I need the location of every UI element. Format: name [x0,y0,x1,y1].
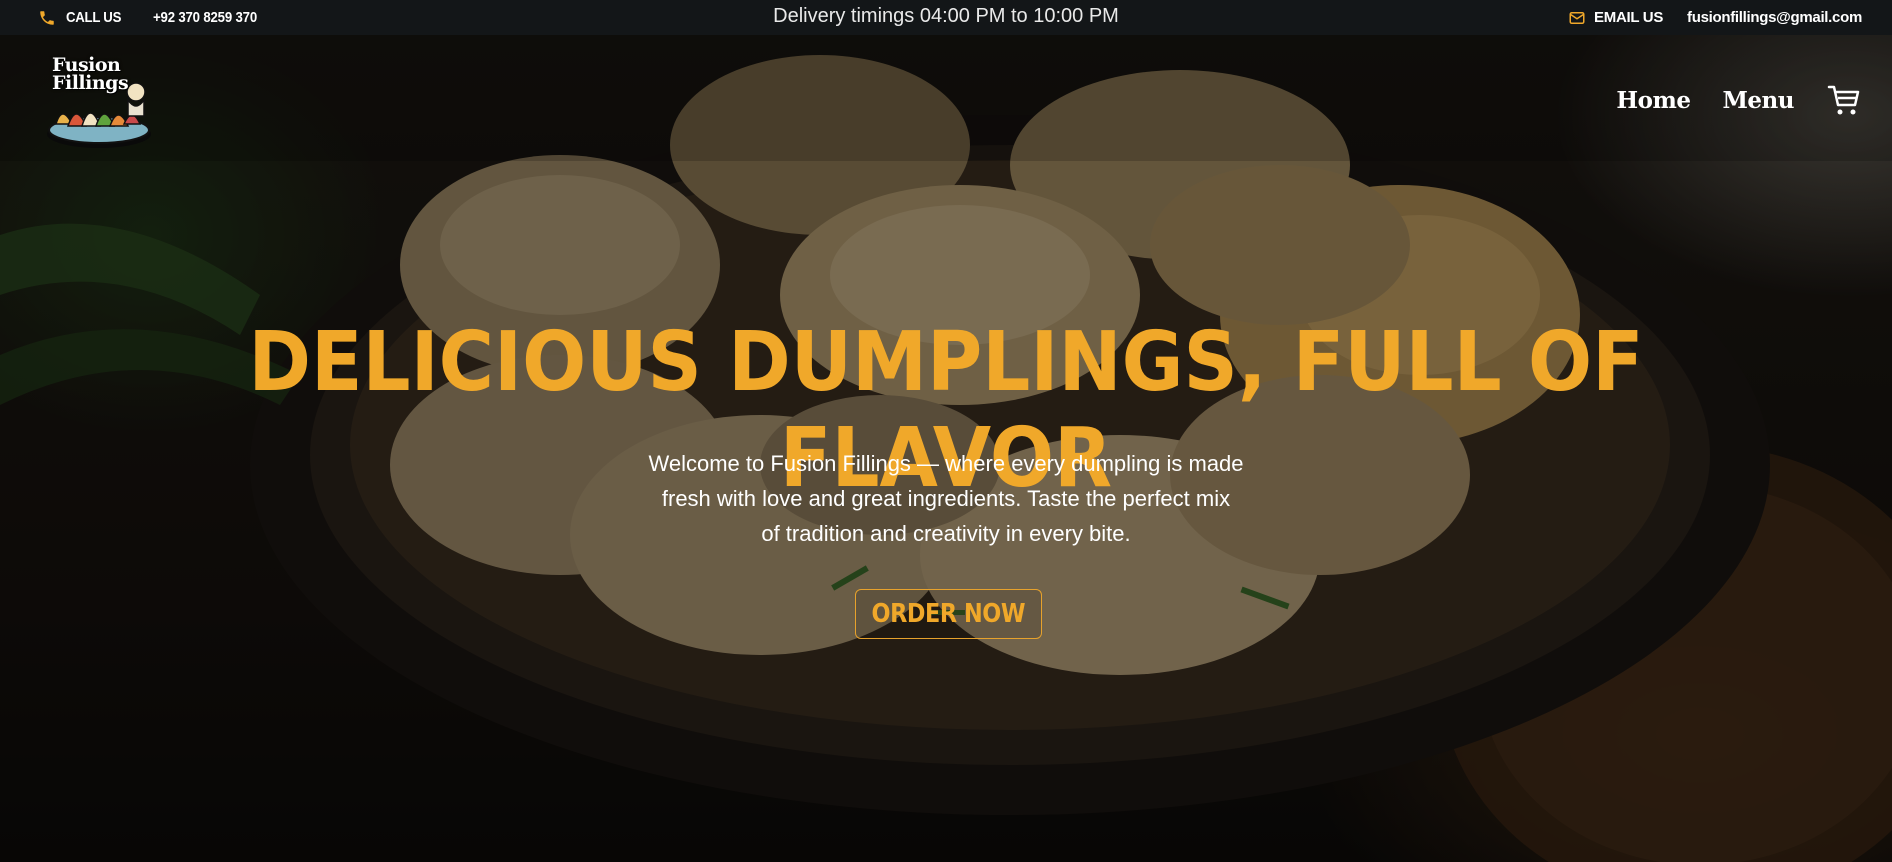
nav-home[interactable]: Home [1616,87,1691,114]
logo-wordmark: Fusion Fillings [52,56,129,94]
order-now-label: ORDER NOW [871,599,1026,629]
nav-menu[interactable]: Menu [1722,87,1794,114]
logo-text-line-2: Fillings [52,72,129,94]
hero-subtitle: Welcome to Fusion Fillings — where every… [0,446,1892,551]
mail-icon [1569,11,1585,24]
header-band [0,35,1892,161]
order-now-button[interactable]: ORDER NOW [855,589,1042,639]
hero-subtitle-line-2: fresh with love and great ingredients. T… [661,486,1231,511]
main-nav: Home Menu [1616,80,1862,120]
email-us-group[interactable]: EMAIL US fusionfillings@gmail.com [1568,0,1862,35]
hero-subtitle-line-3: of tradition and creativity in every bit… [761,521,1131,546]
email-address[interactable]: fusionfillings@gmail.com [1687,9,1862,26]
cart-icon[interactable] [1826,82,1862,118]
logo[interactable]: Fusion Fillings [44,54,156,152]
hero-subtitle-line-1: Welcome to Fusion Fillings — where every… [648,451,1244,476]
top-info-bar: CALL US +92 370 8259 370 Delivery timing… [0,0,1892,35]
email-us-label: EMAIL US [1594,9,1664,26]
